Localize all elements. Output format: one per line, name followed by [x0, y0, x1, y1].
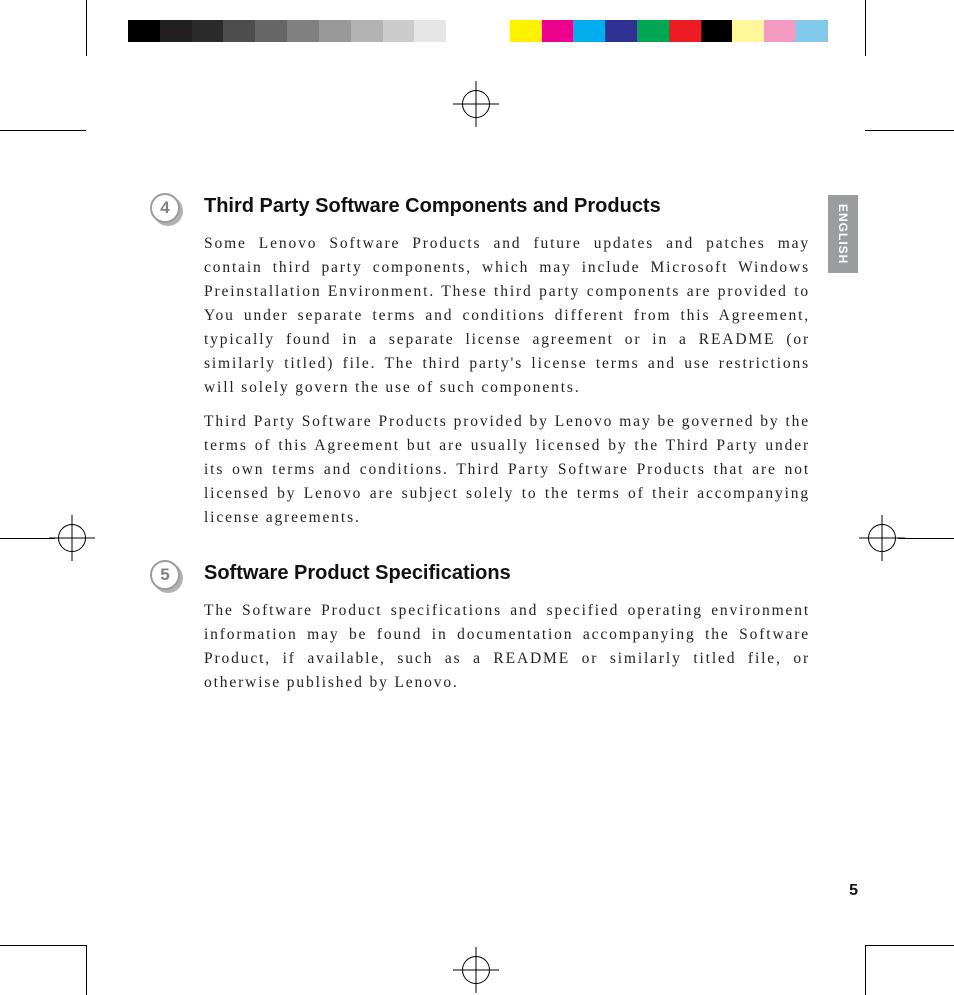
color-swatch: [796, 20, 828, 42]
color-swatch: [764, 20, 796, 42]
registration-mark-icon: [868, 524, 896, 552]
color-swatch: [732, 20, 764, 42]
registration-mark-icon: [462, 90, 490, 118]
color-swatch: [573, 20, 605, 42]
registration-mark-icon: [58, 524, 86, 552]
page-content: 4 Third Party Software Components and Pr…: [150, 195, 810, 727]
crop-mark: [865, 945, 954, 946]
crop-mark: [0, 538, 55, 539]
paragraph: Third Party Software Products provided b…: [204, 410, 810, 530]
color-swatch: [637, 20, 669, 42]
language-tab: ENGLISH: [828, 195, 858, 273]
color-swatch: [446, 20, 478, 42]
color-swatch: [192, 20, 224, 42]
color-calibration-bar: [128, 20, 828, 42]
color-swatch: [383, 20, 415, 42]
color-swatch: [542, 20, 574, 42]
page-number: 5: [849, 882, 858, 900]
crop-mark: [0, 945, 86, 946]
section-5: 5 Software Product Specifications The So…: [150, 562, 810, 705]
color-swatch: [605, 20, 637, 42]
crop-mark: [86, 945, 87, 995]
color-swatch: [160, 20, 192, 42]
crop-mark: [898, 538, 954, 539]
color-swatch: [287, 20, 319, 42]
crop-mark: [865, 130, 954, 131]
colorbar-gap: [478, 20, 510, 42]
color-swatch: [319, 20, 351, 42]
color-swatch: [669, 20, 701, 42]
section-heading: Third Party Software Components and Prod…: [204, 195, 810, 218]
paragraph: The Software Product specifications and …: [204, 599, 810, 695]
crop-mark: [86, 0, 87, 56]
registration-mark-icon: [462, 956, 490, 984]
color-swatch: [255, 20, 287, 42]
crop-mark: [865, 945, 866, 995]
color-swatch: [701, 20, 733, 42]
color-swatch: [414, 20, 446, 42]
color-swatch: [223, 20, 255, 42]
section-number: 4: [150, 193, 180, 223]
color-swatch: [128, 20, 160, 42]
section-number: 5: [150, 560, 180, 590]
crop-mark: [865, 0, 866, 56]
color-swatch: [510, 20, 542, 42]
section-heading: Software Product Specifications: [204, 562, 810, 585]
crop-mark: [0, 130, 86, 131]
section-number-badge: 4: [150, 193, 180, 223]
paragraph: Some Lenovo Software Products and future…: [204, 232, 810, 400]
color-swatch: [351, 20, 383, 42]
section-number-badge: 5: [150, 560, 180, 590]
section-4: 4 Third Party Software Components and Pr…: [150, 195, 810, 540]
